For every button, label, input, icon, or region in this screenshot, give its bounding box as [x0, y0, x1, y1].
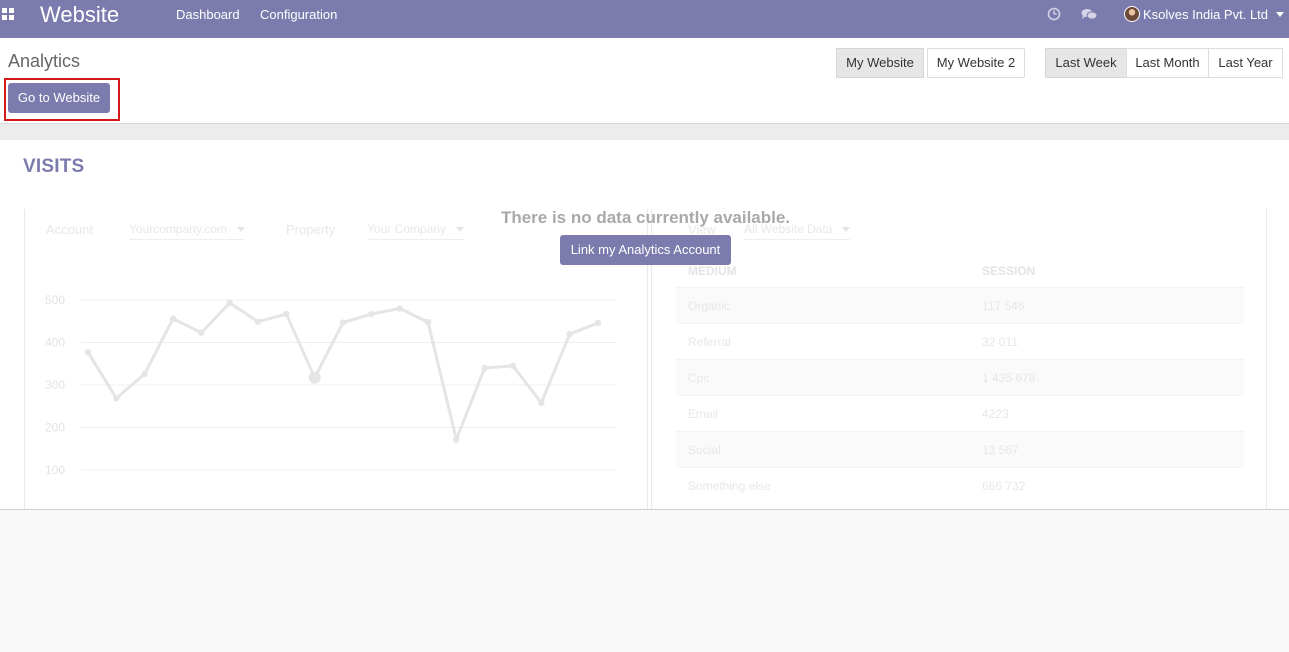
medium-session-table: MEDIUM SESSION Organic 117 546 Referral …: [676, 253, 1244, 503]
section-title: VISITS: [23, 156, 85, 177]
table-cell: Social: [688, 443, 721, 457]
y-tick-label: 400: [45, 336, 65, 350]
y-tick-label: 200: [45, 421, 65, 435]
table-cell: 1 435 678: [982, 371, 1036, 385]
data-point: [283, 310, 290, 318]
table-row: Social 13 567: [676, 431, 1244, 467]
website-my-website[interactable]: My Website: [836, 48, 924, 78]
menu-dashboard[interactable]: Dashboard: [176, 7, 240, 22]
column-session: SESSION: [982, 264, 1036, 278]
website-my-website-2[interactable]: My Website 2: [927, 48, 1025, 78]
table-row: Something else 666 732: [676, 467, 1244, 503]
avatar[interactable]: [1124, 6, 1140, 22]
data-point: [368, 310, 375, 318]
clock-icon[interactable]: [1047, 7, 1061, 21]
visits-line-chart: 500 400 300 200 100: [45, 293, 617, 477]
data-point: [169, 315, 177, 322]
table-header: MEDIUM SESSION: [676, 253, 1244, 287]
data-point: [308, 371, 321, 384]
empty-state-message: There is no data currently available.: [500, 208, 791, 227]
y-tick-label: 500: [45, 293, 65, 307]
table-cell: Something else: [688, 479, 771, 493]
data-point: [141, 370, 148, 378]
app-title: Website: [40, 2, 120, 27]
menu-configuration[interactable]: Configuration: [260, 7, 337, 22]
main-content: VISITS Account Yourcompany.com Property …: [0, 140, 1289, 510]
breadcrumb: Analytics: [8, 51, 81, 71]
table-cell: Cpc: [688, 371, 710, 385]
link-analytics-account-button[interactable]: Link my Analytics Account: [560, 235, 731, 265]
data-point: [481, 364, 488, 372]
section-divider: [0, 124, 1289, 140]
apps-grid-icon[interactable]: [2, 8, 16, 22]
data-point: [424, 318, 432, 326]
data-point: [566, 330, 573, 338]
data-point: [594, 319, 602, 327]
table-cell: 13 567: [982, 443, 1019, 457]
table-cell: 4223: [982, 407, 1009, 421]
table-cell: Organic: [688, 299, 731, 313]
column-medium: MEDIUM: [688, 264, 737, 278]
period-last-year[interactable]: Last Year: [1208, 48, 1283, 78]
table-row: Email 4223: [676, 395, 1244, 431]
period-last-month[interactable]: Last Month: [1126, 48, 1209, 78]
data-point: [254, 318, 262, 325]
data-point: [226, 299, 233, 307]
y-tick-label: 300: [45, 378, 65, 392]
table-cell: Referral: [688, 335, 731, 349]
data-point: [538, 399, 545, 407]
user-menu[interactable]: Ksolves India Pvt. Ltd: [1143, 7, 1268, 22]
placeholder-chart-panel: Account Yourcompany.com Property Your Co…: [24, 209, 648, 509]
placeholder-table-panel: View All Website Data MEDIUM SESSION Org…: [651, 209, 1267, 509]
table-row: Cpc 1 435 678: [676, 359, 1244, 395]
control-panel: Analytics Go to Website My Website My We…: [0, 38, 1289, 124]
table-cell: Email: [688, 407, 719, 421]
data-point: [396, 305, 403, 312]
top-navbar: Website Dashboard Configuration Ksolves …: [0, 0, 1289, 38]
data-point: [113, 394, 120, 402]
chat-icon[interactable]: [1081, 8, 1098, 21]
data-point: [339, 319, 347, 326]
table-row: Organic 117 546: [676, 287, 1244, 323]
y-tick-label: 100: [45, 463, 65, 477]
table-cell: 666 732: [982, 479, 1026, 493]
data-point: [84, 349, 92, 356]
chevron-down-icon: [842, 227, 851, 233]
period-last-week[interactable]: Last Week: [1045, 48, 1127, 78]
table-row: Referral 32 011: [676, 323, 1244, 359]
data-point: [509, 362, 517, 370]
data-point: [453, 436, 460, 443]
table-cell: 32 011: [982, 335, 1018, 349]
data-point: [198, 329, 205, 336]
table-cell: 117 546: [982, 299, 1025, 313]
caret-down-icon[interactable]: [1276, 12, 1284, 17]
go-to-website-button[interactable]: Go to Website: [8, 83, 110, 113]
